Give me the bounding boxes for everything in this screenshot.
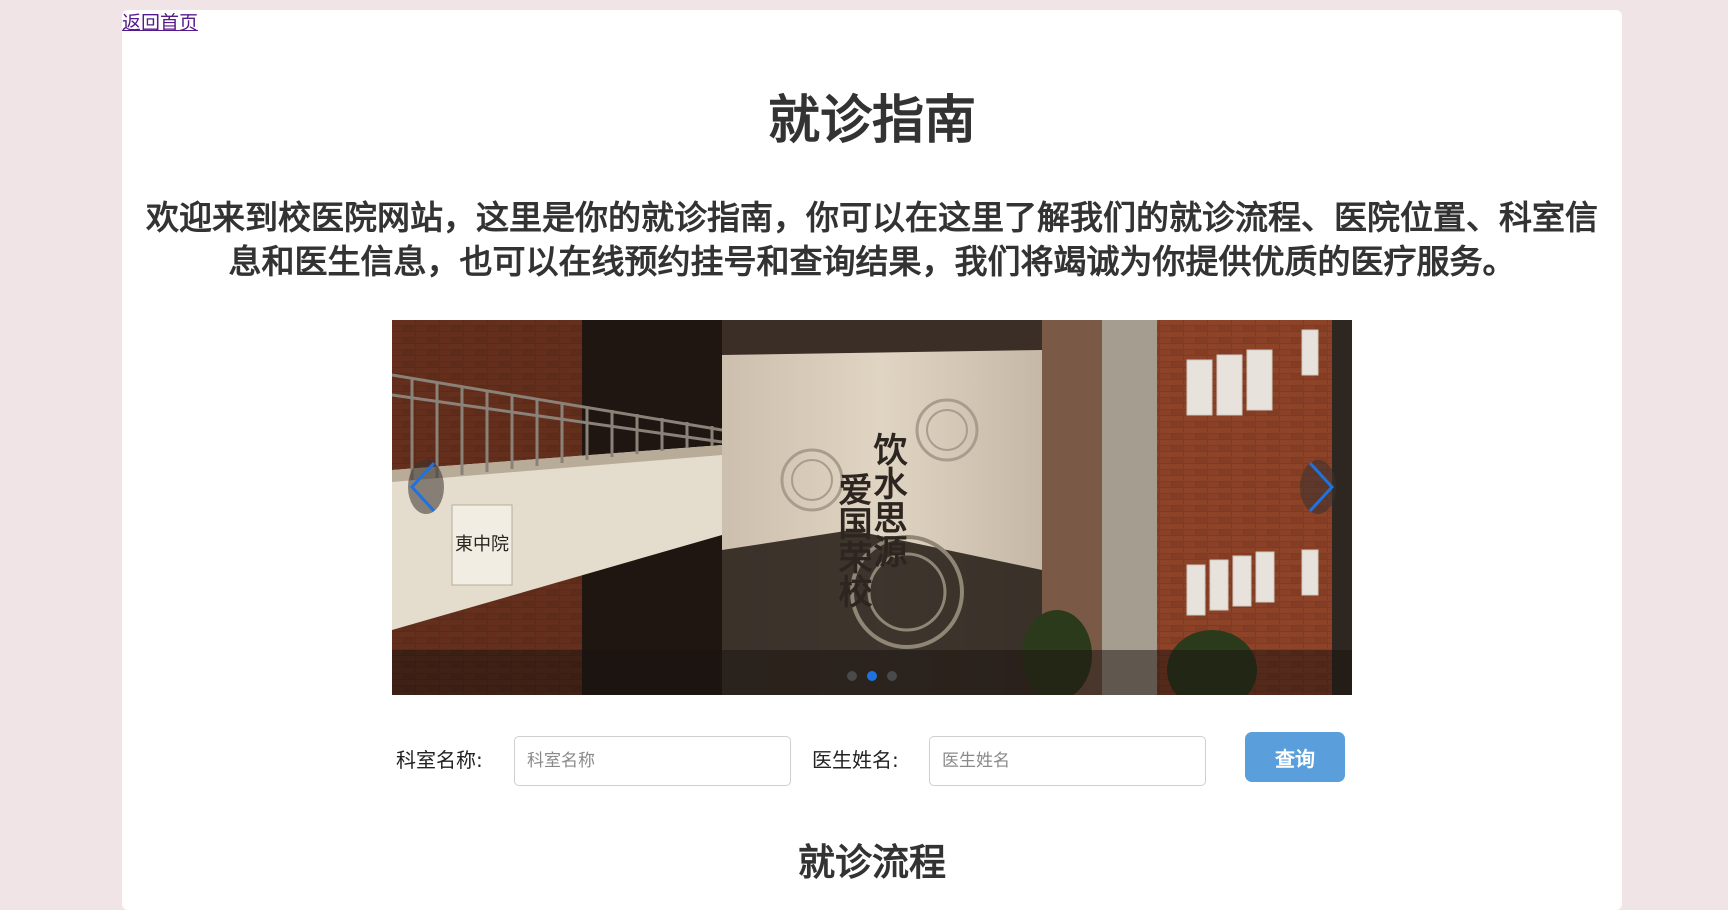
carousel-slide-image: 東中院 饮水思源 爱国荣校 [392, 320, 1352, 695]
search-button[interactable]: 查询 [1245, 732, 1345, 782]
search-form: 科室名称: 医生姓名: 查询 [392, 732, 1352, 788]
image-carousel[interactable]: 東中院 饮水思源 爱国荣校 [392, 320, 1352, 695]
carousel-indicators [392, 671, 1352, 681]
chevron-left-icon [408, 460, 444, 514]
carousel-next-button[interactable] [1296, 460, 1340, 514]
chevron-right-icon [1300, 460, 1336, 514]
page-title: 就诊指南 [767, 91, 976, 151]
department-input[interactable] [514, 736, 791, 786]
doctor-label: 医生姓名: [812, 748, 899, 772]
process-section-title: 就诊流程 [798, 841, 946, 884]
back-home-link[interactable]: 返回首页 [122, 10, 198, 36]
carousel-prev-button[interactable] [404, 460, 448, 514]
carousel-dot[interactable] [847, 671, 857, 681]
plaque-text: 東中院 [455, 534, 509, 555]
doctor-input[interactable] [929, 736, 1206, 786]
motto-line-2: 爱国荣校 [832, 472, 872, 608]
department-label: 科室名称: [396, 748, 483, 772]
carousel-dot-active[interactable] [867, 671, 877, 681]
carousel-dot[interactable] [887, 671, 897, 681]
motto-line-1: 饮水思源 [867, 432, 907, 568]
main-card: 就诊指南 欢迎来到校医院网站，这里是你的就诊指南，你可以在这里了解我们的就诊流程… [122, 10, 1622, 910]
intro-text: 欢迎来到校医院网站，这里是你的就诊指南，你可以在这里了解我们的就诊流程、医院位置… [146, 198, 1598, 281]
